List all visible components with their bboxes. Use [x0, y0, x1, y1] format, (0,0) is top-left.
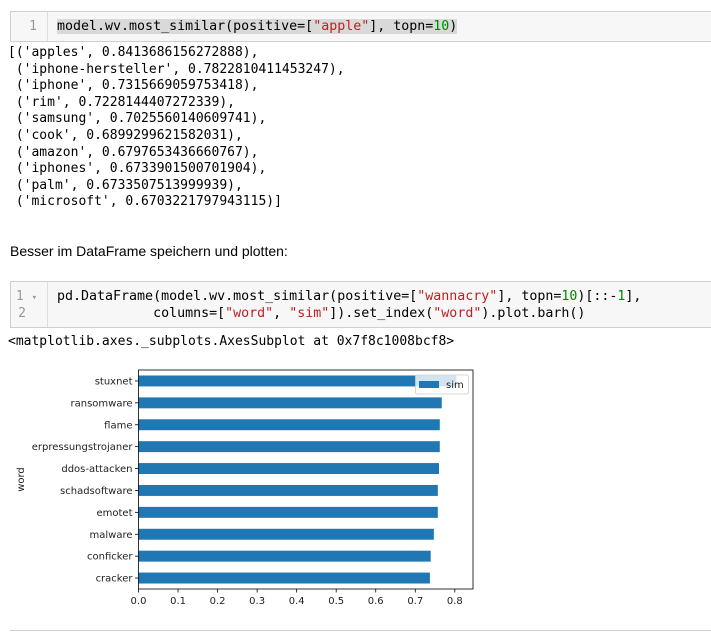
code-token: "wannacry" [417, 289, 498, 304]
output-line: ('cook', 0.6899299621582031), [8, 127, 243, 143]
code-token: pd.DataFrame(model.wv.most_similar(posit… [57, 289, 418, 304]
code-token: ], topn= [497, 289, 562, 304]
code-token: ], [625, 289, 642, 304]
cell-1-output: [('apples', 0.8413686156272888), ('iphon… [8, 45, 345, 211]
y-tick-label: erpressungstrojaner [32, 442, 134, 453]
x-tick-label: 0.7 [407, 596, 423, 607]
cell-divider [10, 630, 711, 631]
code-token: 10 [561, 289, 578, 304]
bar-cracker [138, 572, 430, 584]
legend-swatch [419, 381, 439, 388]
output-line: ('microsoft', 0.6703221797943115)] [8, 194, 282, 210]
line-number: 1 [29, 19, 37, 34]
y-tick-label: conficker [87, 552, 133, 563]
code-token: ).plot.barh() [481, 306, 586, 321]
bar-emotet [138, 506, 438, 518]
bar-flame [138, 419, 440, 431]
y-tick-label: schadsoftware [60, 486, 132, 497]
code-token: "word" [433, 306, 482, 321]
code-token: ], topn= [369, 19, 434, 34]
output-line: ('iphones', 0.6733901500701904), [8, 161, 267, 177]
code-input[interactable]: model.wv.most_similar(positive=["apple"]… [57, 18, 458, 35]
line-number: 2 [18, 306, 26, 321]
cell-2-output: <matplotlib.axes._subplots.AxesSubplot a… [8, 334, 455, 349]
y-tick-label: ddos-attacken [61, 464, 132, 475]
legend-label: sim [446, 380, 464, 391]
code-token: ]).set_index( [329, 306, 434, 321]
barh-chart: stuxnet ransomware flame erpressungstrojane… [16, 369, 474, 607]
output-line: [('apples', 0.8413686156272888), [8, 45, 259, 60]
output-line: ('palm', 0.6733507513999939), [8, 177, 243, 193]
code-token: "sim" [289, 306, 330, 321]
code-token: model.wv.most_similar(positive=[ [57, 19, 314, 34]
fold-arrow-icon[interactable]: ▾ [32, 293, 37, 303]
y-tick-label: malware [90, 530, 133, 541]
code-token: 10 [433, 19, 450, 34]
x-tick-label: 0.2 [210, 596, 226, 607]
x-tick-label: 0.5 [328, 596, 344, 607]
code-cell-1[interactable]: 1 model.wv.most_similar(positive=["apple… [10, 11, 711, 42]
x-tick-label: 0.8 [447, 596, 463, 607]
y-axis-label: word [16, 467, 27, 492]
x-tick-label: 0.0 [131, 596, 147, 607]
bar-conficker [138, 550, 431, 562]
y-tick-label: emotet [96, 508, 132, 519]
x-tick-label: 0.3 [249, 596, 265, 607]
bar-erpressungstrojaner [138, 441, 440, 453]
code-input[interactable]: pd.DataFrame(model.wv.most_similar(posit… [57, 288, 641, 322]
output-line: ('iphone', 0.7315669059753418), [8, 78, 259, 94]
output-line: ('iphone-hersteller', 0.7822810411453247… [8, 61, 345, 77]
markdown-text: Besser im DataFrame speichern und plotte… [10, 243, 288, 259]
code-token: , [273, 306, 290, 321]
code-token: "word" [225, 306, 274, 321]
x-tick-label: 0.6 [368, 596, 384, 607]
bar-ransomware [138, 397, 442, 409]
x-tick-label: 0.1 [170, 596, 186, 607]
code-token: columns=[ [57, 306, 226, 321]
y-tick-label: stuxnet [95, 376, 133, 387]
output-line: ('samsung', 0.7025560140609741), [8, 111, 267, 127]
bar-malware [138, 528, 434, 540]
line-numbers: 1 ▾ 2 [11, 282, 48, 327]
code-token: )[::- [577, 289, 618, 304]
y-tick-label: ransomware [71, 398, 133, 409]
bar-ddos-attacken [138, 463, 439, 475]
bar-stuxnet [138, 375, 457, 387]
code-token: ) [449, 19, 458, 34]
code-token: "apple" [313, 19, 370, 34]
line-numbers: 1 [11, 12, 48, 41]
code-cell-2[interactable]: 1 ▾ 2 pd.DataFrame(model.wv.most_similar… [10, 281, 711, 328]
x-tick-label: 0.4 [289, 596, 305, 607]
line-number-text: 1 [15, 289, 24, 304]
output-line: ('amazon', 0.6797653436660767), [8, 144, 259, 160]
output-line: ('rim', 0.7228144407272339), [8, 94, 235, 110]
bar-schadsoftware [138, 484, 438, 496]
y-tick-label: flame [104, 420, 132, 431]
line-number: 1 ▾ [11, 288, 47, 305]
y-tick-label: cracker [96, 574, 134, 585]
